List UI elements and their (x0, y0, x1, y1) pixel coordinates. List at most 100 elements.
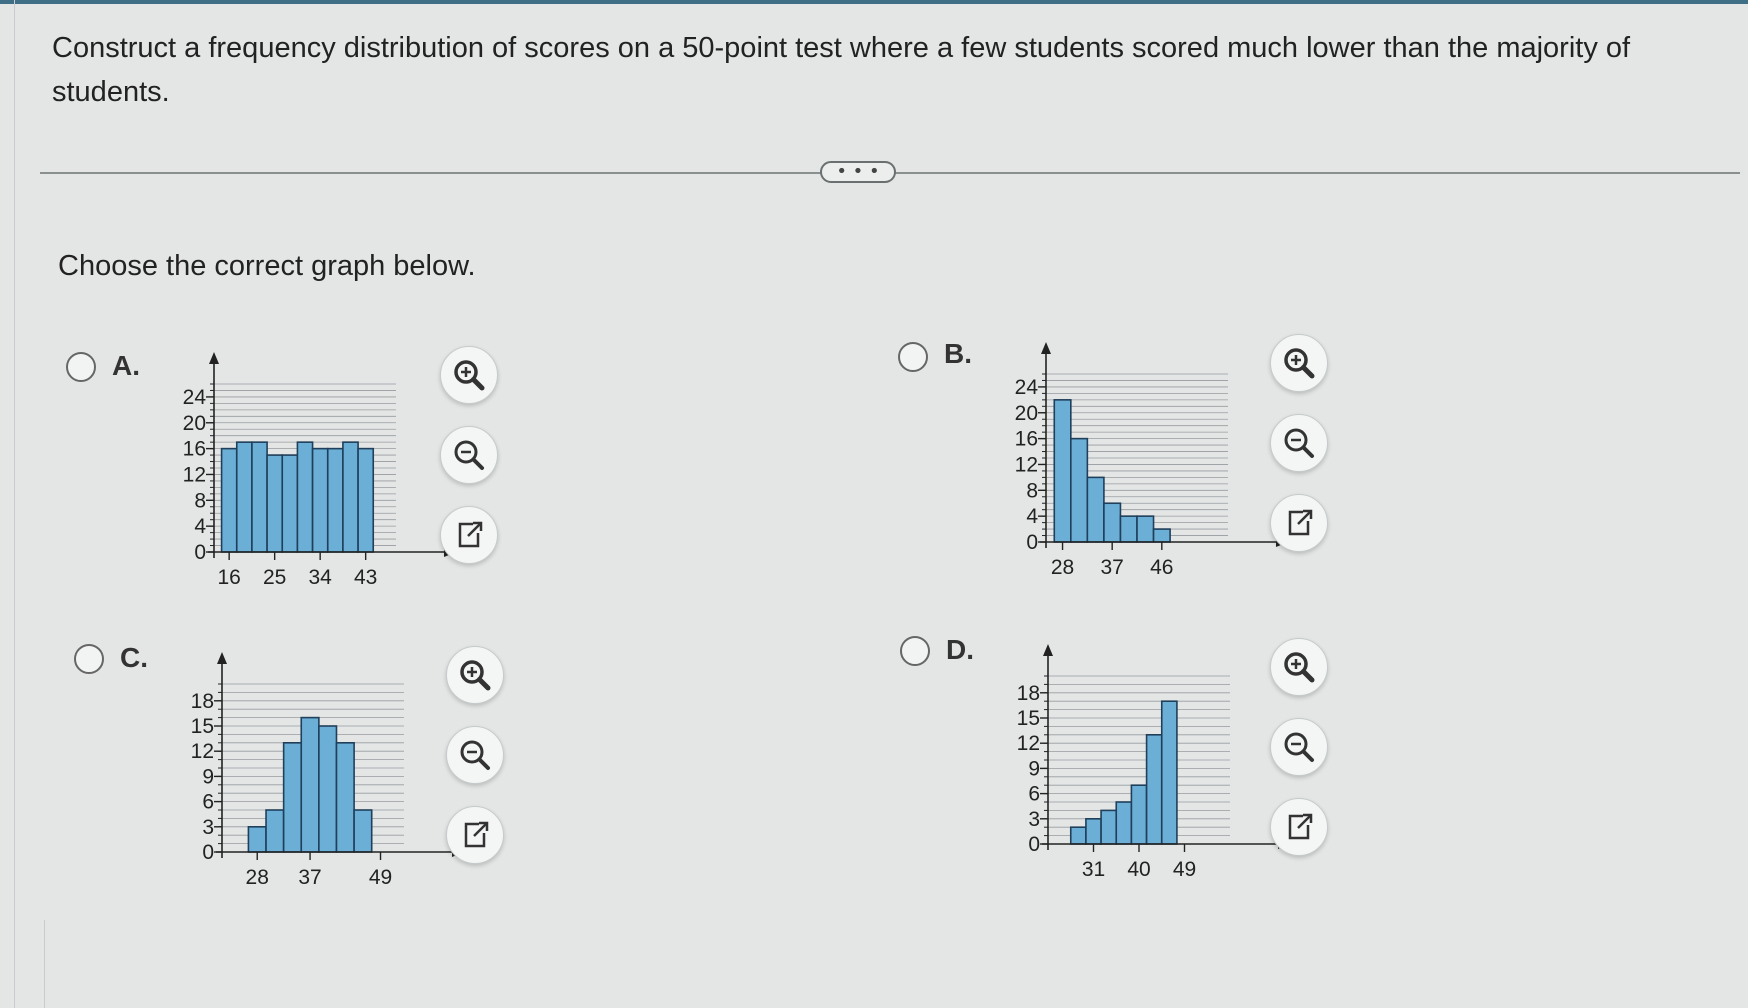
y-axis-arrow (217, 652, 227, 664)
y-tick-label: 9 (1028, 757, 1040, 780)
open-graph-button[interactable] (446, 806, 504, 864)
x-tick-label: 49 (1173, 858, 1196, 881)
histogram-bar (282, 742, 303, 853)
zoom-out-icon (454, 440, 484, 470)
histogram-a: 0481216202416 25 34 43 (183, 352, 456, 589)
option-letter: C. (120, 642, 148, 673)
y-tick-label: 24 (1015, 376, 1039, 399)
x-tick-label: 46 (1150, 556, 1173, 579)
x-tick-label: 25 (263, 566, 286, 589)
y-tick-label: 6 (1028, 783, 1040, 806)
histogram-bar (296, 441, 314, 553)
zoom-out-button[interactable] (446, 726, 504, 784)
histogram-bar (1070, 437, 1089, 543)
y-tick-label: 20 (183, 412, 206, 435)
y-tick-label: 15 (1017, 707, 1040, 730)
histogram-bar (326, 447, 344, 553)
y-tick-label: 9 (202, 765, 214, 788)
histogram-bar (265, 809, 285, 853)
option-a[interactable]: A. 0 4 8 12 16 20 24 16 25 34 43 (66, 340, 666, 610)
zoom-in-icon (1284, 652, 1315, 683)
option-letter: B. (944, 338, 972, 369)
y-tick-label: 3 (1028, 808, 1040, 831)
zoom-out-button[interactable] (1270, 414, 1328, 472)
histogram-bar (247, 826, 267, 853)
y-tick-label: 18 (1017, 682, 1040, 705)
top-accent-bar (0, 0, 1748, 4)
x-tick-label: 49 (369, 866, 392, 889)
histogram-bar (1115, 801, 1133, 845)
zoom-out-icon (1284, 732, 1314, 762)
histogram-bar (251, 441, 268, 553)
radio-option-d[interactable] (900, 636, 930, 666)
y-tick-label: 16 (1015, 428, 1038, 451)
x-tick-label: 40 (1127, 858, 1150, 881)
zoom-out-icon (460, 740, 490, 770)
zoom-in-icon (454, 360, 485, 391)
x-tick-label: 37 (1101, 556, 1124, 579)
x-tick-label: 37 (298, 866, 321, 889)
open-graph-button[interactable] (1270, 798, 1328, 856)
y-tick-label: 12 (1015, 453, 1038, 476)
option-b[interactable]: B. 0 4 8 12 16 20 24 28 37 46 (898, 330, 1498, 600)
y-tick-label: 4 (1026, 505, 1038, 528)
zoom-in-button[interactable] (1270, 334, 1328, 392)
y-tick-label: 16 (183, 438, 206, 461)
y-tick-label: 8 (194, 489, 206, 512)
histogram-bar (1053, 399, 1072, 543)
zoom-in-button[interactable] (1270, 638, 1328, 696)
histogram-bar (1130, 784, 1148, 845)
x-tick-label: 28 (246, 866, 269, 889)
x-tick-label: 31 (1082, 858, 1105, 881)
option-c[interactable]: C. 0 3 6 9 12 15 18 28 37 49 (74, 640, 674, 910)
histogram-bar (266, 454, 284, 553)
histogram-bar (235, 441, 253, 553)
open-graph-button[interactable] (440, 506, 498, 564)
zoom-out-button[interactable] (1270, 718, 1328, 776)
y-tick-label: 0 (202, 841, 214, 864)
zoom-in-button[interactable] (440, 346, 498, 404)
radio-option-a[interactable] (66, 352, 96, 382)
y-tick-label: 12 (183, 463, 206, 486)
x-tick-label: 43 (354, 566, 377, 589)
radio-option-b[interactable] (898, 342, 928, 372)
histogram-bar (1119, 515, 1138, 543)
histogram-bar (1103, 502, 1122, 543)
y-tick-label: 18 (191, 690, 214, 713)
histogram-bar (1085, 818, 1102, 845)
question-text: Construct a frequency distribution of sc… (52, 32, 1631, 108)
option-d[interactable]: D. 0 3 6 9 12 15 18 31 40 49 (900, 632, 1500, 902)
y-tick-label: 6 (202, 791, 214, 814)
histogram-bar (1136, 515, 1155, 543)
histogram-bar (220, 447, 238, 553)
open-graph-button[interactable] (1270, 494, 1328, 552)
external-link-icon (1288, 509, 1313, 536)
y-tick-label: 0 (1028, 833, 1040, 856)
y-tick-label: 0 (1026, 531, 1038, 554)
histogram-bar (1069, 826, 1087, 845)
zoom-in-button[interactable] (446, 646, 504, 704)
histogram-bar (300, 716, 320, 853)
y-tick-label: 12 (191, 740, 214, 763)
zoom-out-icon (1284, 428, 1314, 458)
answer-prompt: Choose the correct graph below. (58, 250, 476, 282)
histogram-bar (281, 454, 299, 553)
y-tick-label: 0 (194, 541, 206, 564)
histogram-bar (311, 447, 329, 553)
y-tick-label: 20 (1015, 402, 1038, 425)
histogram-c: 036 9121518 28 37 49 (191, 652, 464, 889)
histogram-bar (318, 725, 338, 853)
histogram-b: 0 4 8 1216 20 24 28 37 46 (1015, 342, 1288, 579)
y-axis-arrow (209, 352, 219, 364)
radio-option-c[interactable] (74, 644, 104, 674)
x-tick-label: 28 (1051, 556, 1074, 579)
option-letter: A. (112, 350, 140, 381)
y-tick-label: 12 (1017, 732, 1040, 755)
expand-more-button[interactable]: • • • (820, 161, 896, 183)
histogram-bar (357, 447, 375, 553)
x-tick-label: 16 (217, 566, 240, 589)
y-tick-label: 4 (194, 515, 206, 538)
histogram-bar (1145, 734, 1163, 845)
histogram-bar (1160, 700, 1178, 845)
zoom-out-button[interactable] (440, 426, 498, 484)
